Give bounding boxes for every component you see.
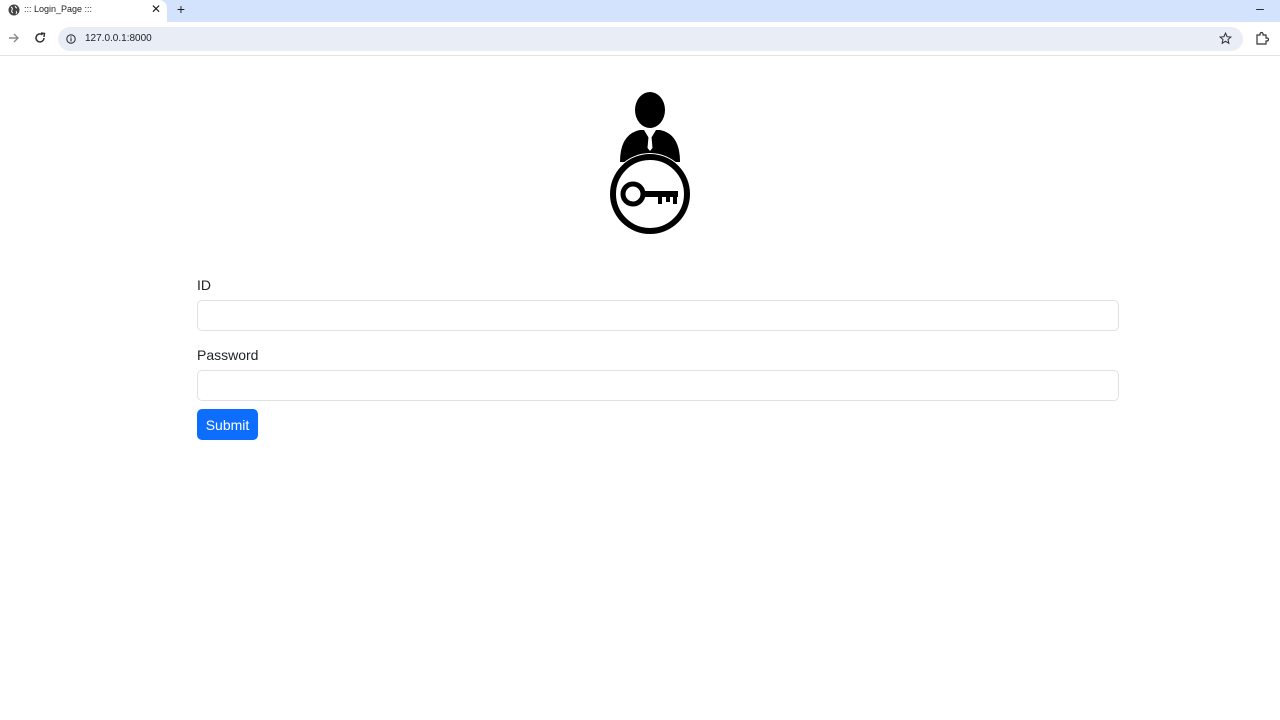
star-icon[interactable] <box>1219 32 1232 45</box>
back-arrow-icon[interactable] <box>7 31 21 45</box>
id-label: ID <box>197 277 211 293</box>
submit-button[interactable]: Submit <box>197 409 258 440</box>
id-field-group: ID <box>197 274 1119 331</box>
browser-tab[interactable]: ::: Login_Page ::: ✕ <box>0 0 167 22</box>
tab-title: ::: Login_Page ::: <box>24 4 93 14</box>
user-key-icon <box>609 92 691 235</box>
puzzle-icon[interactable] <box>1255 31 1269 45</box>
id-input[interactable] <box>197 300 1119 331</box>
password-input[interactable] <box>197 370 1119 401</box>
globe-icon <box>8 4 20 16</box>
info-icon[interactable] <box>66 34 76 44</box>
new-tab-button[interactable]: + <box>174 2 188 16</box>
url-text[interactable]: 127.0.0.1:8000 <box>85 33 152 44</box>
password-field-group: Password <box>197 344 1119 401</box>
browser-toolbar: 127.0.0.1:8000 <box>0 22 1280 56</box>
tab-strip: ::: Login_Page ::: ✕ + – <box>0 0 1280 22</box>
password-label: Password <box>197 347 259 363</box>
tab-close-button[interactable]: ✕ <box>150 3 162 15</box>
reload-icon[interactable] <box>33 31 47 45</box>
address-bar[interactable]: 127.0.0.1:8000 <box>58 27 1243 51</box>
minimize-button[interactable]: – <box>1253 1 1267 15</box>
